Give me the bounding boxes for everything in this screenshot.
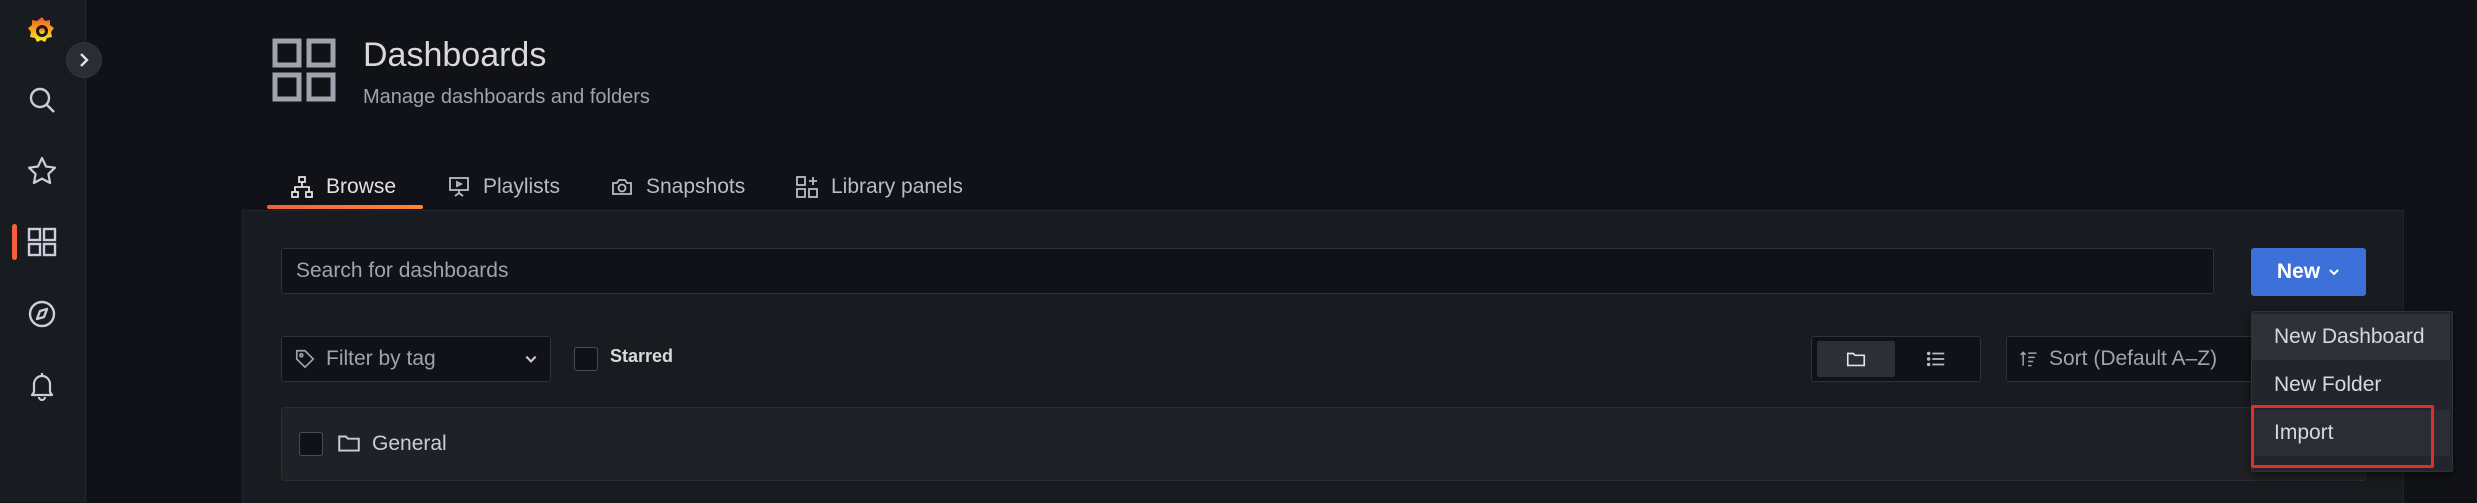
presentation-icon	[449, 177, 469, 197]
sort-label: Sort (Default A–Z)	[2049, 347, 2218, 370]
tab-browse[interactable]: Browse	[290, 167, 396, 207]
tag-icon	[295, 349, 315, 369]
sort-select[interactable]: Sort (Default A–Z)	[2006, 336, 2258, 382]
menu-item-new-dashboard[interactable]: New Dashboard	[2252, 314, 2450, 360]
starred-checkbox[interactable]	[574, 347, 598, 371]
menu-item-import[interactable]: Import	[2252, 410, 2450, 456]
tab-label: Browse	[326, 175, 397, 198]
tab-library-panels[interactable]: Library panels	[795, 167, 963, 207]
dashboards-icon[interactable]	[22, 222, 62, 262]
folder-icon	[1846, 352, 1866, 367]
folder-row[interactable]	[281, 407, 2366, 481]
list-icon	[1926, 351, 1945, 367]
starred-label: Starred	[610, 346, 674, 366]
tab-playlists[interactable]: Playlists	[447, 167, 560, 207]
sitemap-icon	[291, 176, 313, 198]
folder-row-checkbox[interactable]	[299, 432, 323, 456]
folder-view-button[interactable]	[1817, 341, 1895, 377]
page-subtitle: Manage dashboards and folders	[363, 86, 650, 108]
chevron-down-icon	[2329, 269, 2339, 276]
active-indicator	[12, 224, 17, 260]
list-view-button[interactable]	[1897, 341, 1975, 377]
new-button-label: New	[2276, 260, 2321, 283]
tab-label: Snapshots	[646, 175, 746, 198]
bell-icon[interactable]	[22, 366, 62, 406]
page-title: Dashboards	[363, 36, 547, 74]
tab-snapshots[interactable]: Snapshots	[610, 167, 745, 207]
tab-label: Library panels	[831, 175, 963, 198]
tag-filter-placeholder: Filter by tag	[326, 347, 436, 370]
library-panels-icon	[796, 176, 818, 198]
chevron-down-icon	[525, 355, 537, 363]
folder-icon	[338, 435, 360, 452]
chevron-right-icon	[80, 53, 89, 67]
tab-label: Playlists	[483, 175, 561, 198]
camera-icon	[612, 179, 632, 195]
sort-icon	[2020, 351, 2037, 367]
new-button[interactable]: New	[2251, 248, 2366, 296]
expand-sidebar-button[interactable]	[66, 42, 102, 78]
active-tab-indicator	[267, 205, 423, 209]
grafana-logo-icon[interactable]	[22, 10, 62, 50]
dashboards-header-icon	[272, 38, 336, 102]
compass-icon[interactable]	[22, 294, 62, 334]
tag-filter-select[interactable]: Filter by tag	[281, 336, 551, 382]
sidebar	[0, 0, 86, 502]
star-icon[interactable]	[22, 151, 62, 191]
menu-item-new-folder[interactable]: New Folder	[2252, 362, 2450, 408]
folder-name: General	[372, 432, 447, 455]
search-input[interactable]	[281, 248, 2214, 294]
search-icon[interactable]	[22, 80, 62, 120]
